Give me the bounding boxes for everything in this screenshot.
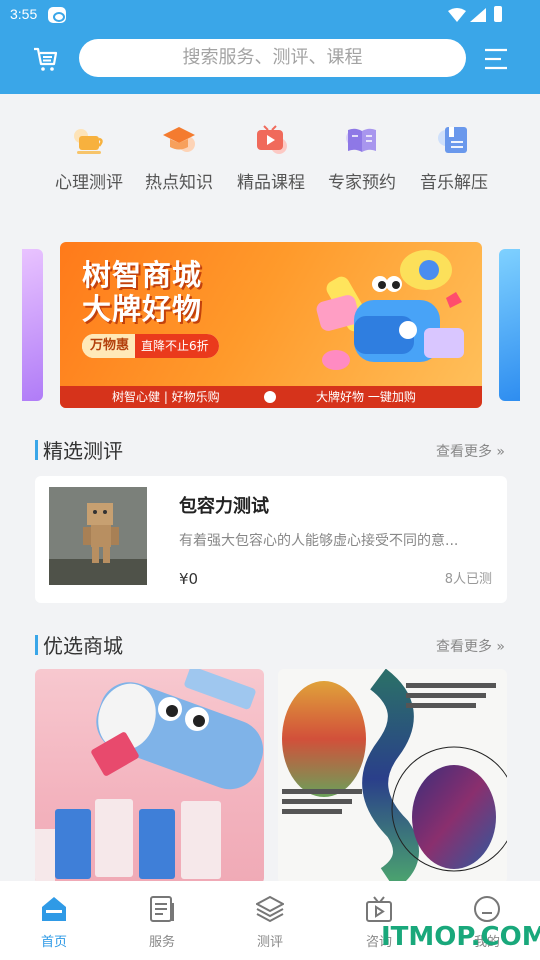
quick-nav: 心理测评 热点知识 精品课程 专家预约 音乐解压 xyxy=(0,94,540,226)
section-title: 优选商城 xyxy=(43,634,123,658)
section-title: 精选测评 xyxy=(43,439,123,463)
tab-home[interactable]: 首页 xyxy=(14,895,94,950)
search-input[interactable]: 搜索服务、测评、课程 xyxy=(79,39,466,77)
nav-item-assessment[interactable]: 心理测评 xyxy=(43,124,135,193)
search-placeholder: 搜索服务、测评、课程 xyxy=(182,47,363,68)
nav-item-music[interactable]: 音乐解压 xyxy=(408,124,500,193)
tv-play-icon xyxy=(366,896,392,922)
video-play-icon xyxy=(253,124,289,156)
banner-title-line1: 树智商城 xyxy=(82,258,203,292)
banner-pill-text: 直降不止6折 xyxy=(135,334,219,358)
nav-label: 热点知识 xyxy=(145,173,213,193)
battery-icon xyxy=(494,6,502,22)
tab-assessment[interactable]: 测评 xyxy=(230,895,310,950)
banner-footer-left: 树智心健 | 好物乐购 xyxy=(112,390,220,404)
tab-label: 测评 xyxy=(256,935,283,950)
featured-tests-header: 精选测评 查看更多 » xyxy=(35,435,505,463)
banner-title-line2: 大牌好物 xyxy=(82,292,203,326)
more-label: 查看更多 xyxy=(435,639,492,655)
shop-product-card[interactable] xyxy=(278,669,507,884)
nav-label: 心理测评 xyxy=(55,173,123,193)
test-description: 有着强大包容心的人能够虚心接受不同的意... xyxy=(179,533,459,549)
product-image-card-tube xyxy=(35,669,264,884)
test-thumbnail xyxy=(49,487,147,585)
section-accent-bar xyxy=(35,440,38,460)
menu-icon[interactable] xyxy=(484,48,508,70)
test-count: 8人已测 xyxy=(444,572,492,587)
banner-pill-brand: 万物惠 xyxy=(82,334,136,358)
more-label: 查看更多 xyxy=(435,444,492,460)
tab-label: 服务 xyxy=(148,935,175,950)
banner-footer: 树智心健 | 好物乐购 大牌好物 一键加购 xyxy=(60,386,482,408)
banner-next-peek[interactable] xyxy=(499,249,520,401)
banner-title: 树智商城 大牌好物 xyxy=(82,258,202,326)
tab-label: 首页 xyxy=(40,935,67,950)
wallet-mascot-illustration xyxy=(316,250,464,370)
shop-product-card[interactable] xyxy=(35,669,264,884)
home-icon xyxy=(42,897,66,921)
nav-item-knowledge[interactable]: 热点知识 xyxy=(133,124,225,193)
layers-icon xyxy=(254,895,286,923)
banner-footer-right: 大牌好物 一键加购 xyxy=(316,390,416,404)
shop-header: 优选商城 查看更多 » xyxy=(35,630,505,658)
test-price: ¥0 xyxy=(179,570,199,588)
shop-more-link[interactable]: 查看更多 » xyxy=(436,636,505,656)
user-icon xyxy=(474,896,500,922)
nav-label: 专家预约 xyxy=(328,173,396,193)
cloud-icon xyxy=(48,7,66,23)
document-icon xyxy=(150,896,174,922)
status-bar: 3:55 xyxy=(0,0,540,30)
test-card[interactable]: 包容力测试 有着强大包容心的人能够虚心接受不同的意... ¥0 8人已测 xyxy=(35,476,507,603)
banner-prev-peek[interactable] xyxy=(22,249,43,401)
signal-icon xyxy=(470,8,486,22)
notebook-icon xyxy=(436,124,472,156)
nav-item-expert[interactable]: 专家预约 xyxy=(316,124,408,193)
cart-icon[interactable] xyxy=(32,46,58,72)
tab-services[interactable]: 服务 xyxy=(122,895,202,950)
nav-label: 音乐解压 xyxy=(420,173,488,193)
coffee-cup-icon xyxy=(71,124,107,156)
banner-footer-logo xyxy=(264,391,276,403)
site-watermark: ITMOP.COM xyxy=(381,922,540,952)
test-title: 包容力测试 xyxy=(179,496,269,517)
status-time: 3:55 xyxy=(10,6,38,22)
banner-discount-pill: 万物惠 直降不止6折 xyxy=(82,334,219,358)
double-chevron-right-icon: » xyxy=(496,639,505,655)
product-image-dragon-eggs xyxy=(282,669,507,884)
nav-label: 精品课程 xyxy=(237,173,305,193)
top-header: 3:55 搜索服务、测评、课程 xyxy=(0,0,540,94)
wifi-icon xyxy=(448,8,466,22)
graduation-cap-icon xyxy=(161,124,197,156)
double-chevron-right-icon: » xyxy=(496,444,505,460)
section-accent-bar xyxy=(35,635,38,655)
open-book-icon xyxy=(344,124,380,156)
featured-tests-more-link[interactable]: 查看更多 » xyxy=(436,441,505,461)
nav-item-courses[interactable]: 精品课程 xyxy=(225,124,317,193)
promo-banner[interactable]: 树智商城 大牌好物 万物惠 直降不止6折 树智心健 | 好物乐购 大牌好物 一键… xyxy=(60,242,482,408)
